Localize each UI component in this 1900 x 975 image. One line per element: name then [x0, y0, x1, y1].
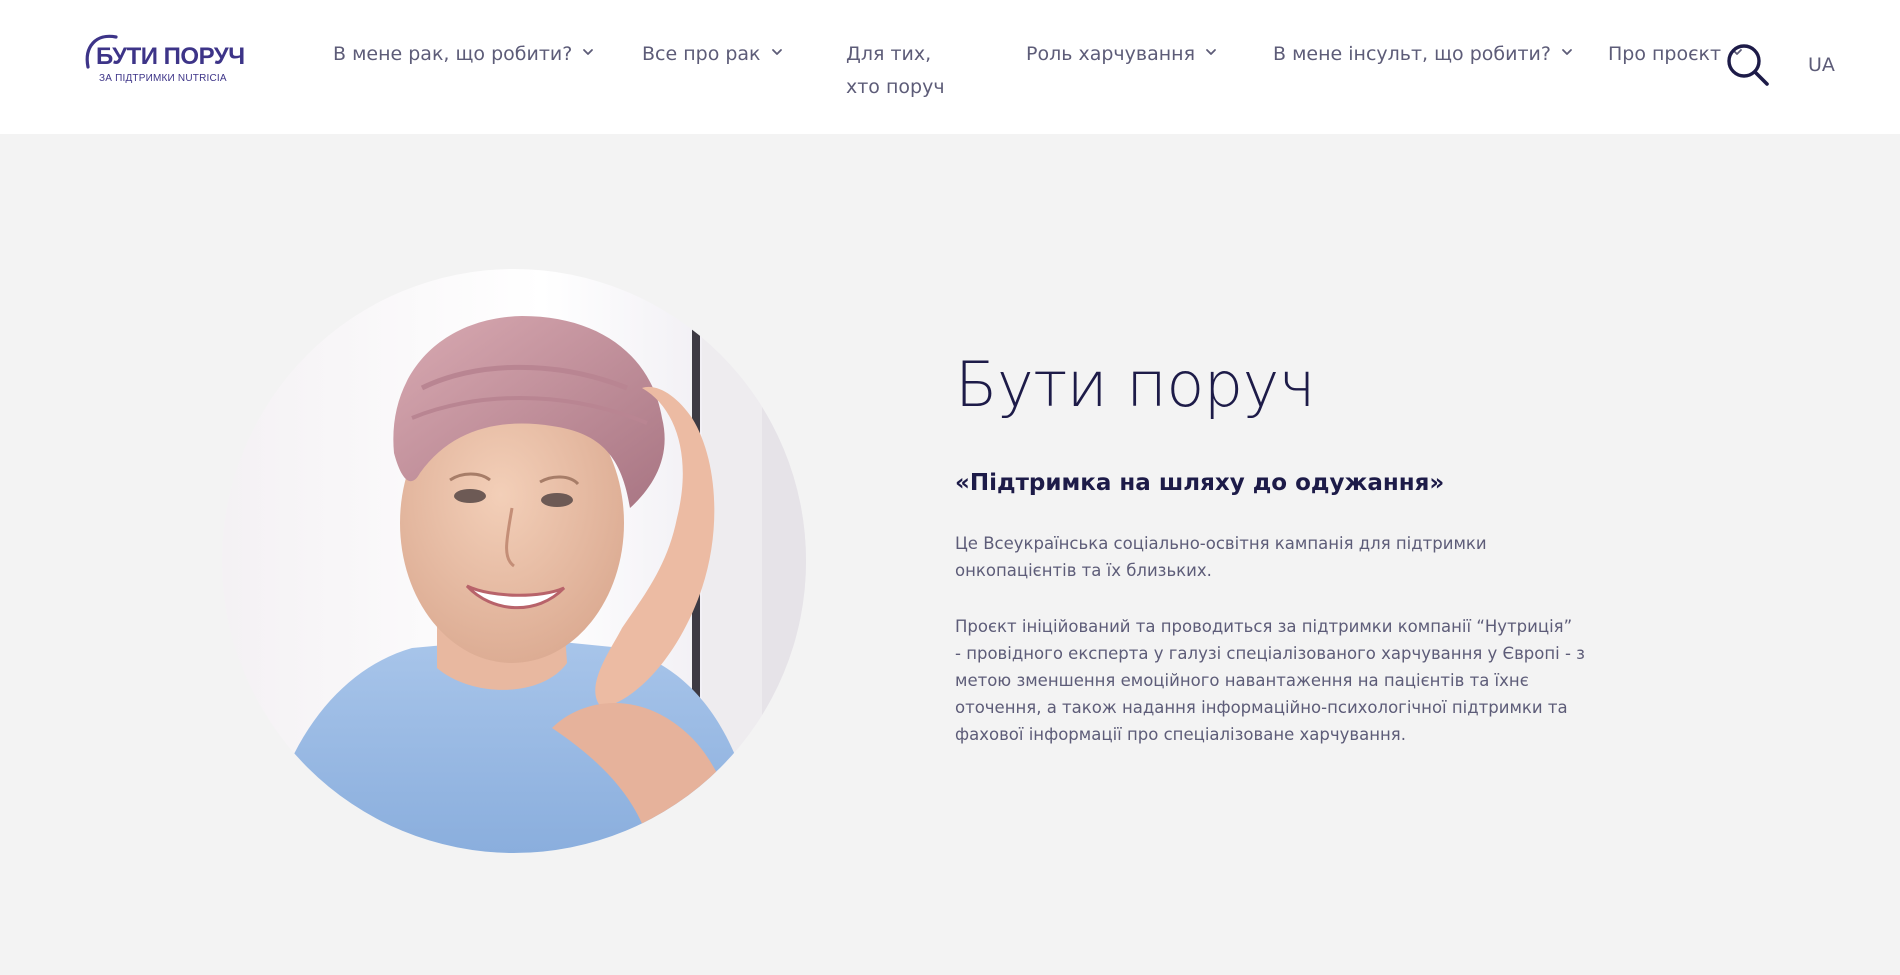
hero-subtitle: «Підтримка на шляху до одужання»: [955, 470, 1445, 496]
site-logo[interactable]: БУТИ ПОРУЧ ЗА ПІДТРИМКИ NUTRICIA: [82, 33, 245, 89]
nav-item-label: В мене інсульт, що робити?: [1273, 43, 1551, 65]
logo-title: БУТИ ПОРУЧ: [96, 43, 245, 70]
nav-item-about-project[interactable]: Про проєкт: [1608, 38, 1744, 71]
chevron-down-icon: [771, 49, 782, 55]
nav-item-cancer-what-to-do[interactable]: В мене рак, що робити?: [333, 38, 595, 71]
nav-item-label: Роль харчування: [1026, 43, 1195, 65]
hero-project-paragraph: Проєкт ініційований та проводиться за пі…: [955, 617, 1585, 744]
logo-subtitle: ЗА ПІДТРИМКИ NUTRICIA: [99, 73, 227, 84]
site-header: БУТИ ПОРУЧ ЗА ПІДТРИМКИ NUTRICIA В мене …: [0, 0, 1900, 134]
chevron-down-icon: [1206, 49, 1216, 55]
nav-item-all-about-cancer[interactable]: Все про рак: [642, 38, 784, 71]
nav-item-label: Про проєкт: [1608, 43, 1722, 65]
nav-item-label: Для тих, хто поруч: [846, 43, 945, 98]
nav-item-role-of-nutrition[interactable]: Роль харчування: [1026, 38, 1218, 71]
nav-item-for-those-nearby[interactable]: Для тих, хто поруч: [846, 38, 956, 104]
page-title: Бути поруч: [955, 348, 1315, 421]
chevron-down-icon: [583, 49, 594, 55]
nav-item-stroke-what-to-do[interactable]: В мене інсульт, що робити?: [1273, 38, 1574, 71]
hero-description-paragraph: Це Всеукраїнська соціально-освітня кампа…: [955, 534, 1487, 580]
chevron-down-icon: [1562, 49, 1572, 55]
nav-item-label: Все про рак: [642, 43, 761, 65]
search-icon[interactable]: [1725, 42, 1771, 88]
nav-item-label: В мене рак, що робити?: [333, 43, 573, 65]
language-switcher[interactable]: UA: [1808, 54, 1835, 76]
hero-photo-woman-headscarf: [222, 268, 806, 854]
